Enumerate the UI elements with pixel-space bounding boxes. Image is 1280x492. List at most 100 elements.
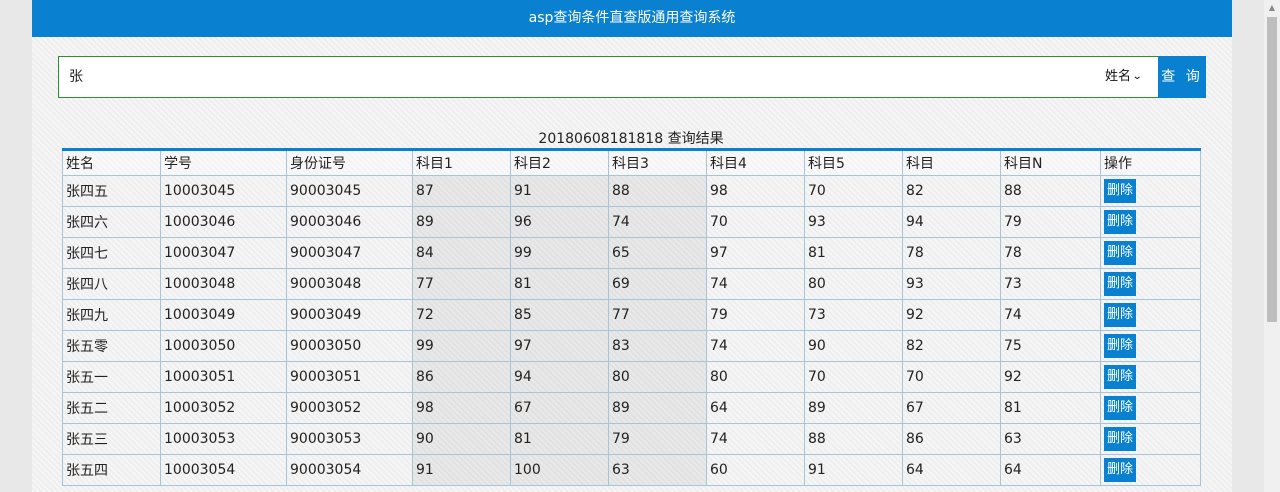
table-cell: 91 xyxy=(510,175,609,207)
table-cell: 82 xyxy=(902,175,1001,207)
table-cell: 90003049 xyxy=(286,299,413,331)
table-cell: 70 xyxy=(804,361,903,393)
scrollbar-thumb[interactable] xyxy=(1267,17,1277,322)
table-cell: 88 xyxy=(804,423,903,455)
delete-button[interactable]: 删除 xyxy=(1104,210,1137,234)
table-cell: 88 xyxy=(608,175,707,207)
table-cell: 81 xyxy=(804,237,903,269)
table-cell: 92 xyxy=(1000,361,1101,393)
table-cell: 85 xyxy=(510,299,609,331)
delete-button[interactable]: 删除 xyxy=(1104,241,1137,265)
column-header: 身份证号 xyxy=(286,149,413,176)
table-cell: 99 xyxy=(510,237,609,269)
table-cell: 张五三 xyxy=(62,423,161,455)
table-cell: 79 xyxy=(608,423,707,455)
table-row: 张四八 10003048 90003048 77 81 69 74 80 93 73 删除 xyxy=(62,268,1201,300)
table-cell: 77 xyxy=(608,299,707,331)
table-cell: 74 xyxy=(706,330,805,362)
table-cell: 60 xyxy=(706,454,805,486)
app-window: asp查询条件直查版通用查询系统 姓名 ⌄ 查 询 20180608181818… xyxy=(32,0,1232,492)
table-cell: 88 xyxy=(1000,175,1101,207)
table-cell: 10003054 xyxy=(160,454,287,486)
action-cell: 删除 xyxy=(1100,206,1201,238)
table-cell: 张四九 xyxy=(62,299,161,331)
table-cell: 74 xyxy=(1000,299,1101,331)
table-cell: 89 xyxy=(804,392,903,424)
table-cell: 79 xyxy=(706,299,805,331)
table-cell: 90 xyxy=(804,330,903,362)
table-row: 张五一 10003051 90003051 86 94 80 80 70 70 92 删除 xyxy=(62,361,1201,393)
table-cell: 80 xyxy=(608,361,707,393)
table-cell: 99 xyxy=(412,330,511,362)
table-cell: 张五四 xyxy=(62,454,161,486)
results-table: 姓名 学号 身份证号 科目1 科目2 科目3 科目4 科目5 科目 科目N 操作 张四五 100030… xyxy=(62,148,1201,486)
column-header: 姓名 xyxy=(62,149,161,176)
table-cell: 83 xyxy=(608,330,707,362)
column-header: 科目3 xyxy=(608,149,707,176)
table-cell: 张四五 xyxy=(62,175,161,207)
column-header: 科目N xyxy=(1000,149,1101,176)
table-cell: 90003053 xyxy=(286,423,413,455)
table-cell: 90003048 xyxy=(286,268,413,300)
results-caption: 20180608181818 查询结果 xyxy=(538,131,724,147)
table-cell: 67 xyxy=(902,392,1001,424)
table-cell: 93 xyxy=(804,206,903,238)
table-cell: 91 xyxy=(412,454,511,486)
table-row: 张五四 10003054 90003054 91 100 63 60 91 64 64 删除 xyxy=(62,454,1201,486)
search-field-label: 姓名 xyxy=(1105,69,1132,84)
table-cell: 10003052 xyxy=(160,392,287,424)
table-cell: 张四七 xyxy=(62,237,161,269)
action-cell: 删除 xyxy=(1100,454,1201,486)
action-cell: 删除 xyxy=(1100,392,1201,424)
table-cell: 84 xyxy=(412,237,511,269)
arrow-up-icon[interactable]: ▲ xyxy=(1264,0,1280,16)
search-bar: 姓名 ⌄ 查 询 xyxy=(58,56,1206,98)
table-cell: 10003048 xyxy=(160,268,287,300)
table-cell: 80 xyxy=(804,268,903,300)
delete-button[interactable]: 删除 xyxy=(1104,272,1137,296)
table-cell: 65 xyxy=(608,237,707,269)
delete-button[interactable]: 删除 xyxy=(1104,427,1137,451)
table-row: 张四六 10003046 90003046 89 96 74 70 93 94 79 删除 xyxy=(62,206,1201,238)
table-cell: 63 xyxy=(1000,423,1101,455)
delete-button[interactable]: 删除 xyxy=(1104,365,1137,389)
table-cell: 10003050 xyxy=(160,330,287,362)
table-cell: 82 xyxy=(902,330,1001,362)
table-header-row: 姓名 学号 身份证号 科目1 科目2 科目3 科目4 科目5 科目 科目N 操作 xyxy=(62,149,1201,176)
table-cell: 张五一 xyxy=(62,361,161,393)
delete-button[interactable]: 删除 xyxy=(1104,334,1137,358)
action-cell: 删除 xyxy=(1100,175,1201,207)
action-cell: 删除 xyxy=(1100,361,1201,393)
table-cell: 张四六 xyxy=(62,206,161,238)
table-cell: 张五二 xyxy=(62,392,161,424)
table-cell: 93 xyxy=(902,268,1001,300)
chevron-down-icon: ⌄ xyxy=(1131,71,1143,82)
column-header: 科目1 xyxy=(412,149,511,176)
search-input[interactable] xyxy=(59,57,1109,95)
table-cell: 81 xyxy=(510,423,609,455)
search-button[interactable]: 查 询 xyxy=(1158,56,1206,98)
table-cell: 74 xyxy=(706,268,805,300)
table-cell: 90003050 xyxy=(286,330,413,362)
table-row: 张四九 10003049 90003049 72 85 77 79 73 92 74 删除 xyxy=(62,299,1201,331)
table-cell: 张五零 xyxy=(62,330,161,362)
table-cell: 90003046 xyxy=(286,206,413,238)
table-cell: 74 xyxy=(706,423,805,455)
delete-button[interactable]: 删除 xyxy=(1104,179,1137,203)
delete-button[interactable]: 删除 xyxy=(1104,396,1137,420)
table-cell: 73 xyxy=(1000,268,1101,300)
scrollbar[interactable]: ▲ xyxy=(1264,0,1280,492)
delete-button[interactable]: 删除 xyxy=(1104,458,1137,482)
table-cell: 64 xyxy=(706,392,805,424)
table-cell: 10003051 xyxy=(160,361,287,393)
table-cell: 90003054 xyxy=(286,454,413,486)
table-cell: 74 xyxy=(608,206,707,238)
table-cell: 10003053 xyxy=(160,423,287,455)
table-row: 张五二 10003052 90003052 98 67 89 64 89 67 81 删除 xyxy=(62,392,1201,424)
table-cell: 73 xyxy=(804,299,903,331)
search-field-select[interactable]: 姓名 ⌄ xyxy=(1105,65,1155,89)
action-cell: 删除 xyxy=(1100,299,1201,331)
table-cell: 86 xyxy=(412,361,511,393)
delete-button[interactable]: 删除 xyxy=(1104,303,1137,327)
table-cell: 98 xyxy=(706,175,805,207)
